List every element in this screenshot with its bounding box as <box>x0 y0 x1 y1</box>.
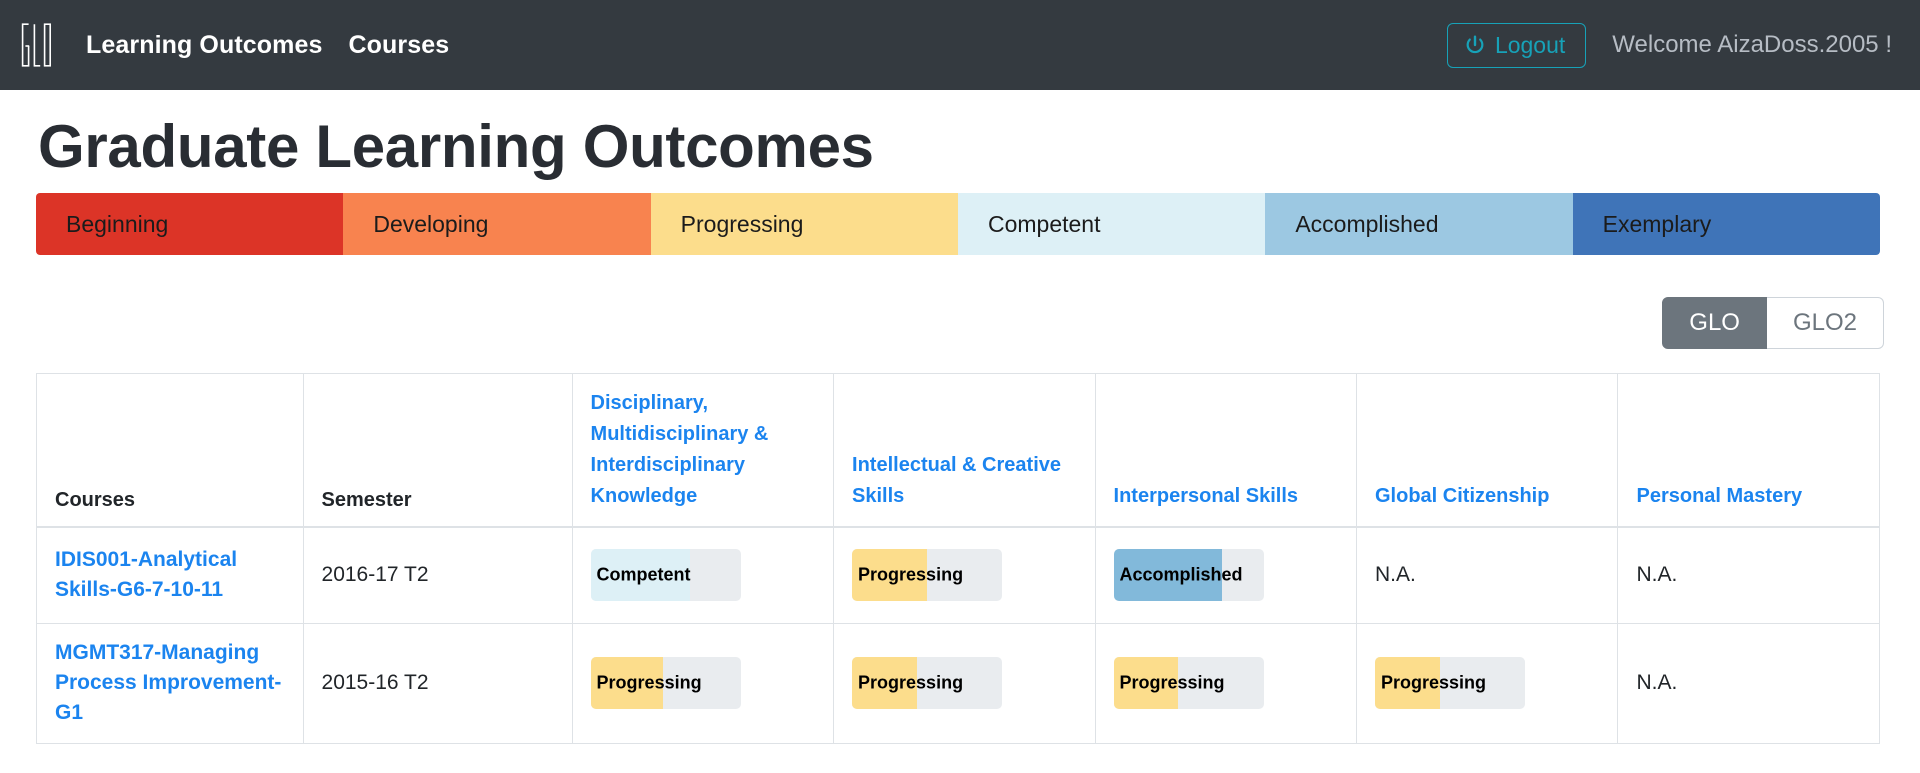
legend-label-progressing: Progressing <box>680 210 804 237</box>
progress-bar-label: Accomplished <box>1119 564 1243 585</box>
cell-semester: 2016-17 T2 <box>302 526 573 624</box>
column-header-disciplinary-knowledge[interactable]: Disciplinary, Multidisciplinary & Interd… <box>571 373 835 528</box>
cell-outcome-disciplinary-knowledge: Competent <box>571 526 835 624</box>
table-row: MGMT317-Managing Process Improvement-G1 … <box>36 622 1880 744</box>
table-row: IDIS001-Analytical Skills-G6-7-10-11 201… <box>36 526 1880 624</box>
not-available-text: N.A. <box>1636 563 1678 587</box>
progress-bar: Progressing <box>1375 657 1525 710</box>
welcome-message: Welcome AizaDoss.2005 ! <box>1612 31 1892 58</box>
column-header-courses: Courses <box>36 373 304 528</box>
course-link[interactable]: IDIS001-Analytical Skills-G6-7-10-11 <box>55 545 285 606</box>
page-title: Graduate Learning Outcomes <box>38 113 874 180</box>
progress-bar: Progressing <box>852 657 1003 710</box>
cell-outcome-personal-mastery: N.A. <box>1617 526 1880 624</box>
primary-nav: Learning Outcomes Courses <box>86 31 449 60</box>
legend-label-beginning: Beginning <box>66 210 169 237</box>
view-toggle-row: GLO GLO2 <box>36 297 1884 349</box>
cell-outcome-intellectual-creative-skills: Progressing <box>833 526 1096 624</box>
cell-outcome-global-citizenship: Progressing <box>1355 622 1619 744</box>
cell-course-name: IDIS001-Analytical Skills-G6-7-10-11 <box>36 526 304 624</box>
progress-bar: Progressing <box>590 657 741 710</box>
progress-bar-label: Progressing <box>1381 672 1487 693</box>
brand-logo-link[interactable] <box>20 22 52 68</box>
top-navbar: Learning Outcomes Courses Logout Welcome… <box>0 0 1920 90</box>
legend-item-developing: Developing <box>343 193 651 255</box>
rubric-legend: Beginning Developing Progressing Compete… <box>36 193 1880 255</box>
table-body: IDIS001-Analytical Skills-G6-7-10-11 201… <box>36 526 1880 744</box>
column-header-personal-mastery[interactable]: Personal Mastery <box>1617 373 1880 528</box>
nav-link-courses[interactable]: Courses <box>348 31 449 60</box>
nav-link-learning-outcomes[interactable]: Learning Outcomes <box>86 31 322 60</box>
column-header-semester: Semester <box>302 373 573 528</box>
progress-bar: Progressing <box>852 549 1003 602</box>
table-header-row: Courses Semester Disciplinary, Multidisc… <box>36 373 1880 528</box>
legend-item-exemplary: Exemplary <box>1572 193 1880 255</box>
column-header-interpersonal-skills[interactable]: Interpersonal Skills <box>1094 373 1358 528</box>
progress-bar: Progressing <box>1113 657 1264 710</box>
navbar-right-section: Logout Welcome AizaDoss.2005 ! <box>1446 22 1892 68</box>
cell-course-name: MGMT317-Managing Process Improvement-G1 <box>36 622 304 744</box>
column-header-global-citizenship[interactable]: Global Citizenship <box>1355 373 1619 528</box>
legend-label-accomplished: Accomplished <box>1295 210 1439 237</box>
power-icon <box>1466 35 1484 54</box>
table-head: Courses Semester Disciplinary, Multidisc… <box>36 373 1880 528</box>
legend-item-progressing: Progressing <box>650 193 958 255</box>
legend-label-exemplary: Exemplary <box>1602 210 1712 237</box>
progress-bar: Accomplished <box>1113 549 1264 602</box>
cell-outcome-interpersonal-skills: Accomplished <box>1094 526 1358 624</box>
cell-outcome-personal-mastery: N.A. <box>1617 622 1880 744</box>
cell-outcome-interpersonal-skills: Progressing <box>1094 622 1358 744</box>
progress-bar-label: Competent <box>596 564 691 585</box>
glo-logo-icon <box>21 23 52 67</box>
column-header-intellectual-creative-skills[interactable]: Intellectual & Creative Skills <box>833 373 1096 528</box>
legend-item-beginning: Beginning <box>36 193 344 255</box>
page-container: Graduate Learning Outcomes Beginning Dev… <box>0 112 1920 744</box>
not-available-text: N.A. <box>1375 563 1416 587</box>
course-link[interactable]: MGMT317-Managing Process Improvement-G1 <box>55 638 285 729</box>
cell-semester: 2015-16 T2 <box>302 622 573 744</box>
glo-view-toggle-group: GLO GLO2 <box>1662 297 1884 349</box>
progress-bar-label: Progressing <box>858 672 964 693</box>
outcomes-table-wrapper: Courses Semester Disciplinary, Multidisc… <box>36 373 1884 744</box>
logout-label: Logout <box>1494 31 1566 58</box>
toggle-button-glo2[interactable]: GLO2 <box>1766 297 1884 349</box>
progress-bar-label: Progressing <box>858 564 964 585</box>
cell-outcome-global-citizenship: N.A. <box>1355 526 1619 624</box>
progress-bar: Competent <box>590 549 741 602</box>
toggle-button-glo[interactable]: GLO <box>1662 297 1767 349</box>
legend-label-developing: Developing <box>373 210 489 237</box>
progress-bar-label: Progressing <box>596 672 702 693</box>
not-available-text: N.A. <box>1636 671 1678 695</box>
cell-outcome-disciplinary-knowledge: Progressing <box>571 622 835 744</box>
legend-item-accomplished: Accomplished <box>1265 193 1573 255</box>
progress-bar-label: Progressing <box>1119 672 1225 693</box>
legend-item-competent: Competent <box>957 193 1266 255</box>
cell-outcome-intellectual-creative-skills: Progressing <box>833 622 1096 744</box>
legend-label-competent: Competent <box>987 210 1101 237</box>
outcomes-table: Courses Semester Disciplinary, Multidisc… <box>36 373 1880 744</box>
logout-button[interactable]: Logout <box>1446 22 1587 68</box>
